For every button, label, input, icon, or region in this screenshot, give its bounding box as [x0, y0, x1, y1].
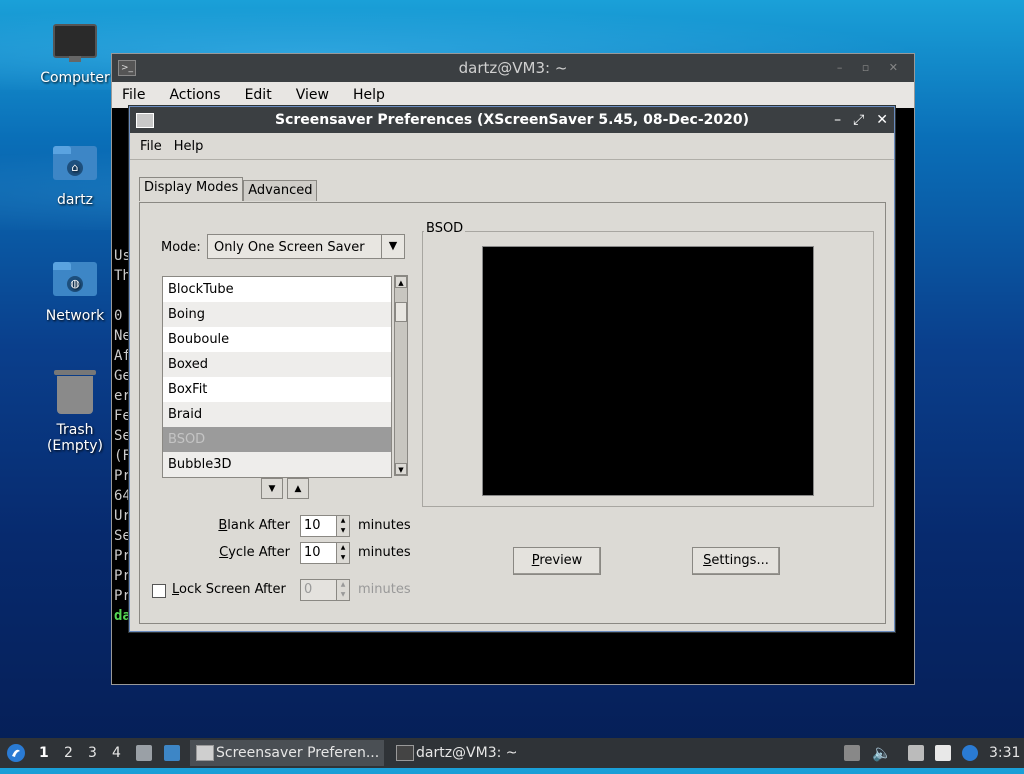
terminal-title: dartz@VM3: ~ [458, 59, 568, 77]
spinner-arrows-icon[interactable]: ▲ ▼ [336, 543, 349, 563]
network-folder-icon: ◍ [53, 262, 97, 302]
start-menu-icon[interactable] [6, 738, 26, 768]
terminal-titlebar[interactable]: >_ dartz@VM3: ~ – ▫ ✕ [112, 54, 914, 82]
show-desktop-icon[interactable] [164, 745, 180, 761]
next-saver-button[interactable]: ▼ [261, 478, 283, 499]
dialog-titlebar[interactable]: Screensaver Preferences (XScreenSaver 5.… [130, 107, 894, 133]
cycle-after-spinner[interactable]: 10 ▲ ▼ [300, 542, 350, 564]
trash-icon [53, 370, 97, 416]
window-icon [136, 113, 154, 128]
dialog-title: Screensaver Preferences (XScreenSaver 5.… [274, 112, 750, 128]
terminal-icon [396, 745, 414, 761]
preview-screen [482, 246, 814, 496]
terminal-menubar: File Actions Edit View Help [112, 82, 914, 108]
dialog-menubar: File Help [130, 133, 894, 160]
tab-advanced[interactable]: Advanced [243, 180, 318, 201]
terminal-menu-file[interactable]: File [122, 87, 145, 103]
clock[interactable]: 3:31 [989, 738, 1020, 768]
list-item[interactable]: Boing [163, 302, 391, 327]
blank-after-spinner[interactable]: 10 ▲ ▼ [300, 515, 350, 537]
blank-after-unit: minutes [358, 518, 411, 533]
display-modes-panel: Mode: Only One Screen Saver ▼ BlockTube … [139, 202, 886, 624]
workspace-3[interactable]: 3 [88, 738, 97, 768]
desktop-icon-label: Computer [40, 70, 110, 86]
desktop-icon-label: Network [45, 308, 105, 324]
cycle-after-unit: minutes [358, 545, 411, 560]
terminal-menu-help[interactable]: Help [353, 87, 385, 103]
lock-after-spinner: 0 ▲ ▼ [300, 579, 350, 601]
scroll-up-icon[interactable]: ▲ [395, 276, 407, 288]
tab-bar: Display Modes Advanced [139, 177, 318, 201]
previous-saver-button[interactable]: ▲ [287, 478, 309, 499]
terminal-menu-view[interactable]: View [296, 87, 329, 103]
settings-button[interactable]: Settings... [692, 547, 780, 575]
desktop-icon-label: dartz [56, 192, 94, 208]
menu-file[interactable]: File [140, 139, 162, 154]
cycle-after-label: Cycle After [219, 545, 290, 560]
screensaver-preferences-window[interactable]: Screensaver Preferences (XScreenSaver 5.… [129, 106, 895, 632]
blank-after-label: Blank After [218, 518, 290, 533]
workspace-2[interactable]: 2 [64, 738, 73, 768]
scroll-down-icon[interactable]: ▼ [395, 463, 407, 475]
screensaver-list[interactable]: BlockTube Boing Bouboule Boxed BoxFit Br… [162, 276, 392, 478]
desktop-icon-home[interactable]: ⌂ dartz [28, 140, 122, 208]
list-item[interactable]: BoxFit [163, 377, 391, 402]
list-scrollbar[interactable]: ▲ ▼ [394, 275, 408, 476]
terminal-icon: >_ [118, 60, 136, 76]
terminal-menu-edit[interactable]: Edit [245, 87, 272, 103]
list-item[interactable]: Braid [163, 402, 391, 427]
list-item[interactable]: Boxed [163, 352, 391, 377]
desktop-icon-trash[interactable]: Trash (Empty) [28, 370, 122, 454]
list-item[interactable]: Bubble3D [163, 452, 391, 477]
task-label: Screensaver Preferen... [216, 745, 380, 761]
mode-value: Only One Screen Saver [214, 240, 365, 255]
mode-dropdown[interactable]: Only One Screen Saver ▼ [207, 234, 405, 259]
window-icon [196, 745, 214, 761]
spinner-arrows-icon: ▲ ▼ [336, 580, 349, 600]
menu-help[interactable]: Help [174, 139, 204, 154]
minimize-icon[interactable]: – [834, 112, 841, 128]
preview-button[interactable]: Preview [513, 547, 601, 575]
workspace-1[interactable]: 1 [39, 738, 49, 768]
maximize-icon[interactable]: ⤢ [853, 112, 864, 128]
tab-display-modes[interactable]: Display Modes [139, 177, 244, 201]
task-terminal[interactable]: dartz@VM3: ~ [390, 740, 530, 766]
lock-screen-checkbox[interactable] [152, 584, 166, 598]
lock-screen-label[interactable]: Lock Screen After [172, 582, 286, 597]
scrollbar-thumb[interactable] [395, 302, 407, 322]
task-label: dartz@VM3: ~ [416, 745, 518, 761]
notification-icon[interactable] [962, 745, 978, 761]
list-item-selected[interactable]: BSOD [163, 427, 391, 452]
window-controls[interactable]: – ▫ ✕ [837, 54, 906, 82]
preview-frame-label: BSOD [424, 221, 466, 236]
lock-after-unit: minutes [358, 582, 411, 597]
desktop-icon-computer[interactable]: Computer [28, 24, 122, 86]
mode-label: Mode: [161, 240, 201, 255]
file-manager-icon[interactable] [136, 745, 152, 761]
desktop-icon-network[interactable]: ◍ Network [28, 256, 122, 324]
blank-after-value: 10 [304, 518, 321, 533]
workspace-4[interactable]: 4 [112, 738, 121, 768]
list-item[interactable]: Bouboule [163, 327, 391, 352]
terminal-menu-actions[interactable]: Actions [169, 87, 220, 103]
close-icon[interactable]: ✕ [876, 112, 888, 128]
desktop-icon-label: Trash (Empty) [46, 422, 104, 454]
chevron-down-icon: ▼ [381, 235, 404, 258]
computer-icon [53, 24, 97, 64]
lock-after-value: 0 [304, 582, 313, 597]
cycle-after-value: 10 [304, 545, 321, 560]
clipboard-icon[interactable] [935, 745, 951, 761]
tray-up-arrow-icon[interactable] [844, 745, 860, 761]
list-item[interactable]: BlockTube [163, 277, 391, 302]
spinner-arrows-icon[interactable]: ▲ ▼ [336, 516, 349, 536]
taskbar: 1 2 3 4 Screensaver Preferen... dartz@VM… [0, 738, 1024, 768]
task-screensaver-preferences[interactable]: Screensaver Preferen... [190, 740, 384, 766]
home-folder-icon: ⌂ [53, 146, 97, 186]
network-icon[interactable] [908, 745, 924, 761]
volume-icon[interactable]: 🔈 [872, 738, 892, 768]
